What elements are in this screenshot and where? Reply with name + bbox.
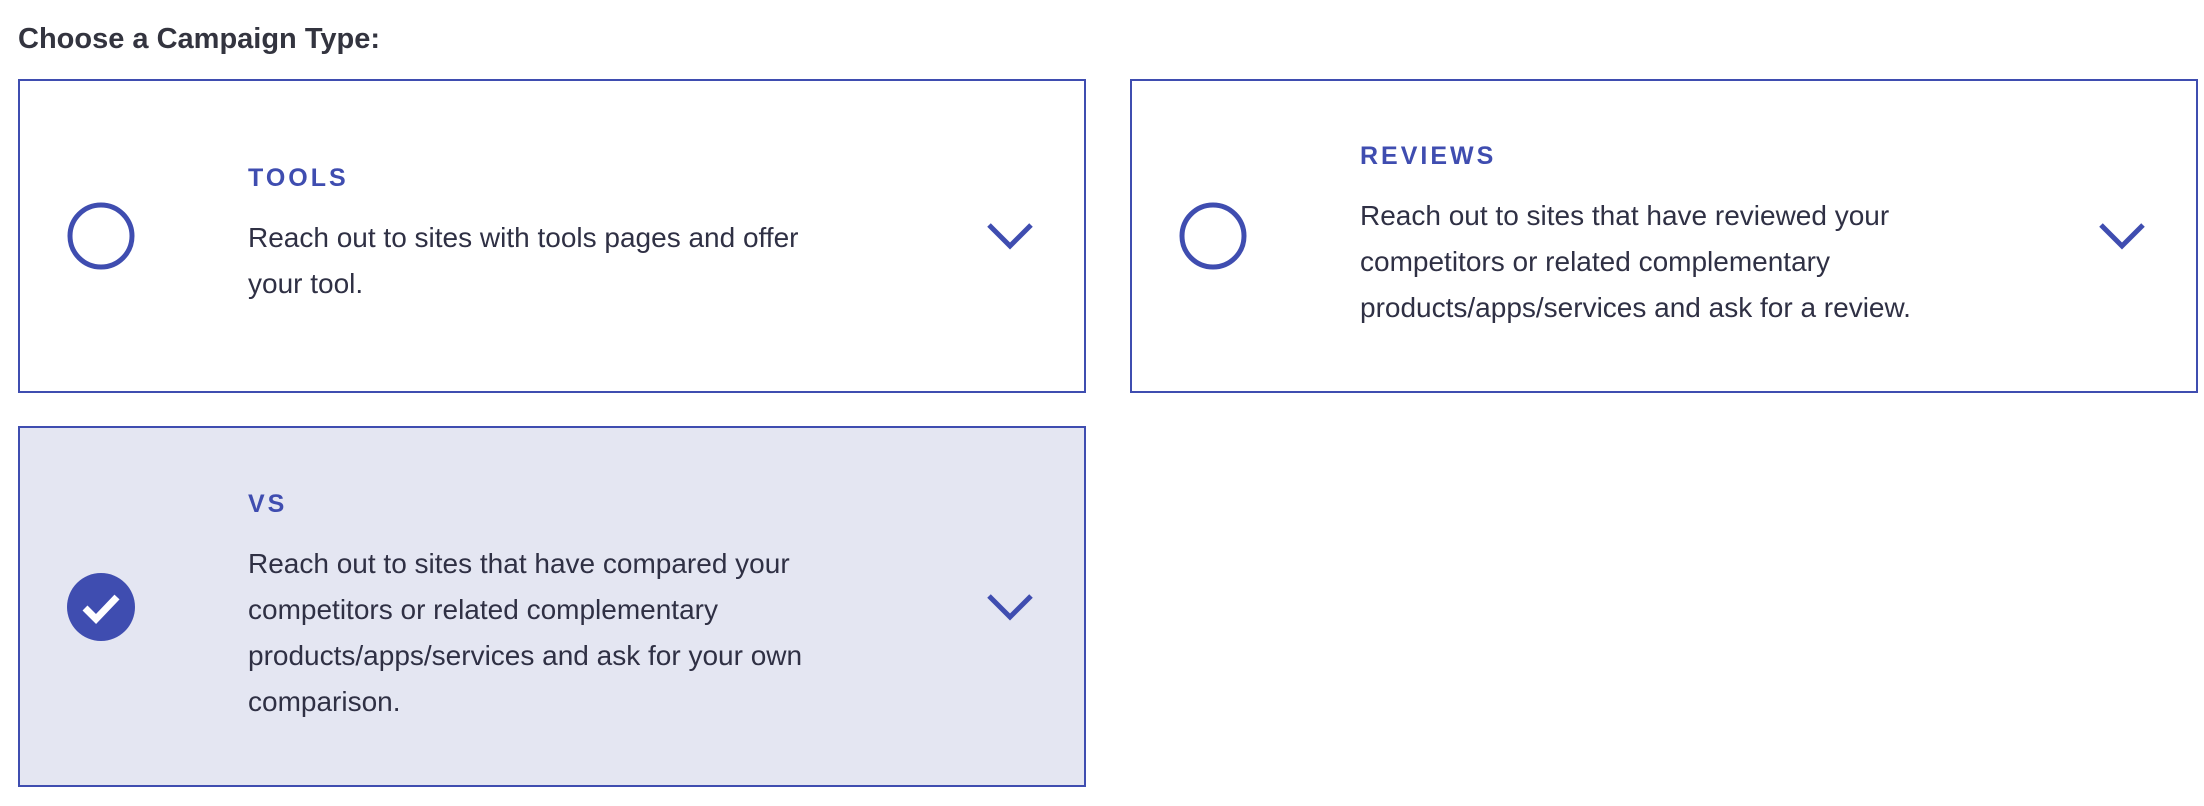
campaign-card-content: TOOLS Reach out to sites with tools page…	[248, 81, 868, 391]
page-heading: Choose a Campaign Type:	[18, 23, 381, 55]
chevron-down-icon[interactable]	[986, 221, 1034, 251]
campaign-description: Reach out to sites that have compared yo…	[248, 547, 803, 717]
campaign-title: TOOLS	[248, 164, 349, 192]
campaign-card-content: REVIEWS Reach out to sites that have rev…	[1360, 81, 1980, 391]
chevron-down-icon[interactable]	[2098, 221, 2146, 251]
campaign-card-content: VS Reach out to sites that have compared…	[248, 428, 868, 785]
campaign-description: Reach out to sites that have reviewed yo…	[1360, 200, 1911, 323]
radio-unselected-icon[interactable]	[1179, 202, 1247, 270]
radio-unselected-icon[interactable]	[67, 202, 135, 270]
campaign-description: Reach out to sites with tools pages and …	[248, 222, 799, 299]
campaign-title: REVIEWS	[1360, 142, 1497, 170]
campaign-card-reviews[interactable]: REVIEWS Reach out to sites that have rev…	[1130, 79, 2198, 393]
chevron-down-icon[interactable]	[986, 592, 1034, 622]
radio-checked-icon[interactable]	[67, 572, 135, 641]
campaign-title: VS	[248, 489, 288, 518]
campaign-card-vs[interactable]: VS Reach out to sites that have compared…	[18, 426, 1086, 787]
campaign-card-tools[interactable]: TOOLS Reach out to sites with tools page…	[18, 79, 1086, 393]
